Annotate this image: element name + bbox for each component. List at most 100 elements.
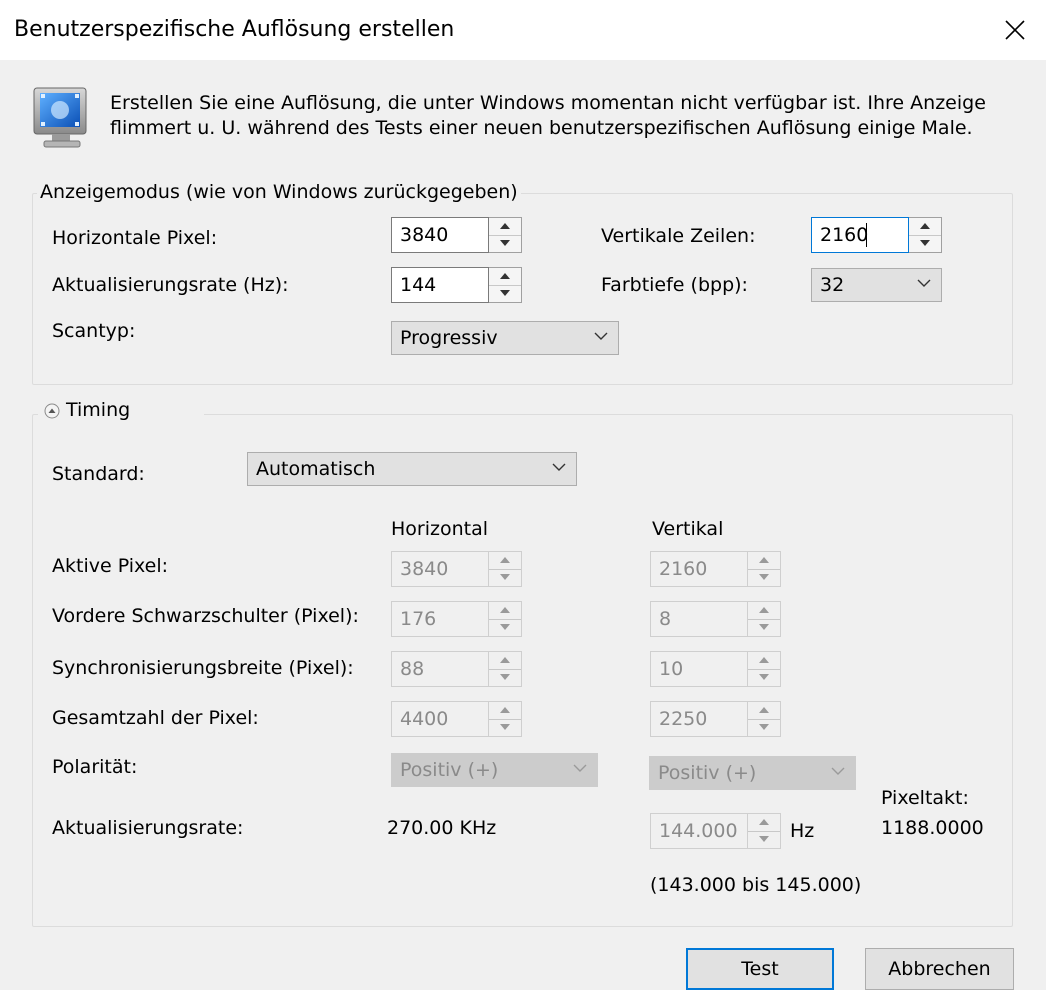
total-pixels-label: Gesamtzahl der Pixel: xyxy=(52,707,259,729)
window-title: Benutzerspezifische Auflösung erstellen xyxy=(14,17,455,42)
arrow-up-icon xyxy=(500,223,510,229)
horizontal-refresh-value: 270.00 KHz xyxy=(387,817,497,839)
stepper-up xyxy=(489,652,521,670)
arrow-down-icon xyxy=(500,624,510,630)
polarity-label: Polarität: xyxy=(52,756,138,778)
scan-type-value: Progressiv xyxy=(400,327,498,349)
stepper-up xyxy=(748,652,780,670)
arrow-down-icon xyxy=(500,674,510,680)
vertical-lines-down[interactable] xyxy=(909,235,941,252)
arrow-up-icon xyxy=(500,557,510,563)
horizontal-pixels-input[interactable]: 3840 xyxy=(391,217,489,253)
chevron-down-icon xyxy=(552,463,566,471)
stepper-down xyxy=(748,569,780,586)
arrow-down-icon xyxy=(759,624,769,630)
refresh-rate-down[interactable] xyxy=(489,285,521,302)
arrow-up-icon xyxy=(500,273,510,279)
monitor-icon xyxy=(32,84,92,154)
front-porch-h-input: 176 xyxy=(391,601,489,637)
stepper-down xyxy=(489,669,521,686)
active-pixels-label: Aktive Pixel: xyxy=(52,555,169,577)
standard-select[interactable]: Automatisch xyxy=(247,452,577,486)
front-porch-v-input: 8 xyxy=(650,601,748,637)
polarity-v-select: Positiv (+) xyxy=(649,756,856,790)
arrow-up-icon xyxy=(759,707,769,713)
refresh-rate-input[interactable]: 144 xyxy=(391,267,489,303)
total-pixels-h-input: 4400 xyxy=(391,701,489,737)
arrow-down-icon xyxy=(759,836,769,842)
vertical-lines-up[interactable] xyxy=(909,218,941,236)
col-header-vertical: Vertikal xyxy=(652,518,724,540)
scan-type-label: Scantyp: xyxy=(52,320,136,342)
polarity-v-value: Positiv (+) xyxy=(658,762,757,784)
refresh-unit: Hz xyxy=(790,820,815,842)
collapse-icon[interactable] xyxy=(44,403,60,419)
close-button[interactable] xyxy=(996,8,1036,52)
timing-refresh-label: Aktualisierungsrate: xyxy=(52,817,244,839)
color-depth-label: Farbtiefe (bpp): xyxy=(601,274,748,296)
total-pixels-v-input: 2250 xyxy=(650,701,748,737)
arrow-up-icon xyxy=(759,607,769,613)
horizontal-pixels-up[interactable] xyxy=(489,218,521,236)
stepper-down xyxy=(748,831,780,848)
arrow-up-icon xyxy=(500,657,510,663)
standard-label: Standard: xyxy=(52,463,145,485)
test-button[interactable]: Test xyxy=(686,948,834,990)
arrow-down-icon xyxy=(500,240,510,246)
arrow-up-icon xyxy=(920,223,930,229)
refresh-rate-label: Aktualisierungsrate (Hz): xyxy=(52,274,289,296)
active-pixels-h-input: 3840 xyxy=(391,551,489,587)
arrow-down-icon xyxy=(759,574,769,580)
arrow-up-icon xyxy=(500,707,510,713)
vertical-lines-input[interactable]: 2160 xyxy=(811,217,909,253)
sync-width-label: Synchronisierungsbreite (Pixel): xyxy=(52,657,354,679)
polarity-h-value: Positiv (+) xyxy=(400,759,499,781)
stepper-up xyxy=(489,602,521,620)
stepper-up xyxy=(748,602,780,620)
pixel-clock-value: 1188.0000 xyxy=(881,817,984,839)
cancel-button[interactable]: Abbrechen xyxy=(865,948,1014,990)
stepper-up xyxy=(489,702,521,720)
color-depth-value: 32 xyxy=(820,274,845,296)
sync-width-h-input: 88 xyxy=(391,651,489,687)
color-depth-select[interactable]: 32 xyxy=(811,268,942,302)
arrow-down-icon xyxy=(920,240,930,246)
refresh-rate-up[interactable] xyxy=(489,268,521,286)
horizontal-pixels-label: Horizontale Pixel: xyxy=(52,227,218,249)
col-header-horizontal: Horizontal xyxy=(391,518,489,540)
vertical-refresh-input: 144.000 xyxy=(650,813,748,849)
horizontal-pixels-down[interactable] xyxy=(489,235,521,252)
arrow-down-icon xyxy=(759,674,769,680)
info-line-1: Erstellen Sie eine Auflösung, die unter … xyxy=(110,92,986,114)
stepper-down xyxy=(489,569,521,586)
arrow-up-icon xyxy=(759,657,769,663)
chevron-down-icon xyxy=(594,332,608,340)
stepper-down xyxy=(748,619,780,636)
arrow-up-icon xyxy=(759,557,769,563)
close-icon xyxy=(1005,20,1025,40)
arrow-down-icon xyxy=(500,724,510,730)
vertical-lines-label: Vertikale Zeilen: xyxy=(601,225,756,247)
stepper-down xyxy=(748,719,780,736)
timing-legend-label: Timing xyxy=(66,399,131,421)
text-caret xyxy=(866,223,867,247)
stepper-down xyxy=(489,719,521,736)
arrow-down-icon xyxy=(500,574,510,580)
timing-legend[interactable]: Timing xyxy=(38,396,204,428)
chevron-down-icon xyxy=(573,764,587,772)
arrow-down-icon xyxy=(759,724,769,730)
info-text: Erstellen Sie eine Auflösung, die unter … xyxy=(110,91,1030,141)
info-line-2: flimmert u. U. während des Tests einer n… xyxy=(110,117,973,139)
scan-type-select[interactable]: Progressiv xyxy=(391,321,619,355)
front-porch-label: Vordere Schwarzschulter (Pixel): xyxy=(52,605,359,627)
chevron-down-icon xyxy=(831,767,845,775)
active-pixels-v-input: 2160 xyxy=(650,551,748,587)
arrow-up-icon xyxy=(759,819,769,825)
sync-width-v-input: 10 xyxy=(650,651,748,687)
chevron-down-icon xyxy=(917,279,931,287)
refresh-range: (143.000 bis 145.000) xyxy=(650,874,862,896)
title-bar: Benutzerspezifische Auflösung erstellen xyxy=(0,0,1046,60)
polarity-h-select: Positiv (+) xyxy=(391,753,598,787)
display-mode-legend: Anzeigemodus (wie von Windows zurückgege… xyxy=(37,181,521,203)
standard-value: Automatisch xyxy=(256,458,376,480)
